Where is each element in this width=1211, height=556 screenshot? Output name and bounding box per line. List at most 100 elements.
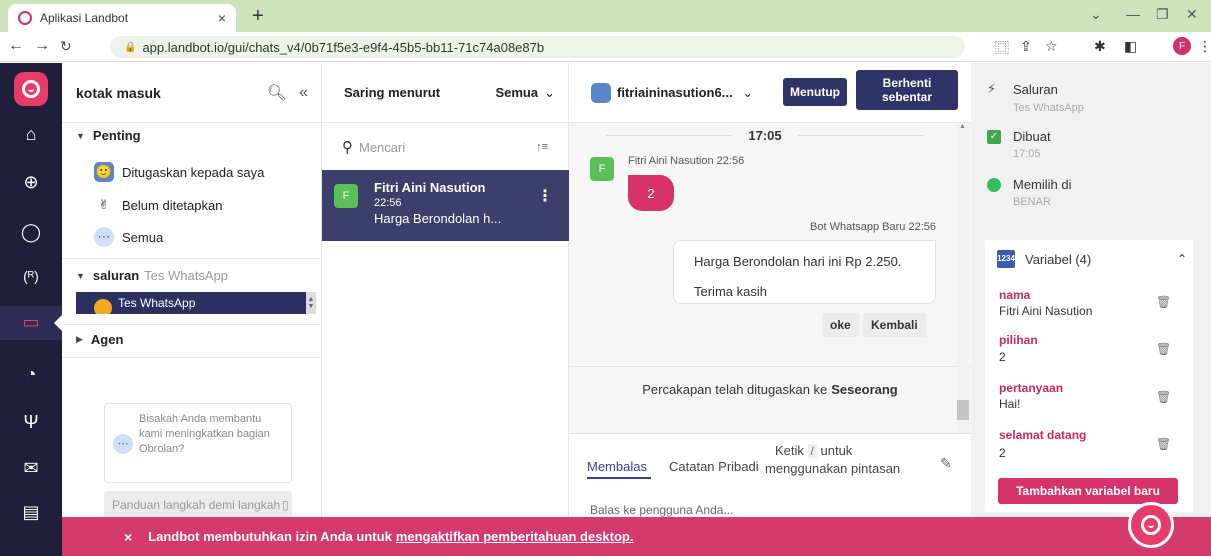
translate-icon[interactable]: ⿴ — [995, 38, 1009, 58]
inbox-item-unassigned[interactable]: ✌ Belum ditetapkan — [94, 195, 223, 215]
conversation-item[interactable]: F Fitri Aini Nasution 22:56 Harga Berond… — [322, 170, 569, 241]
landbot-logo[interactable] — [14, 72, 48, 106]
more-options-icon[interactable]: ⋮ — [537, 186, 553, 206]
inbox-item-all[interactable]: ⋯ Semua — [94, 227, 163, 247]
handshake-icon[interactable]: ✉ — [0, 458, 62, 479]
assigned-avatar-icon: 🙂 — [94, 162, 114, 182]
reply-input[interactable]: Balas ke pengguna Anda... — [590, 503, 733, 517]
channel-icon: ⚡︎ — [987, 81, 997, 96]
inbox-item-assigned[interactable]: 🙂 Ditugaskan kepada saya — [94, 162, 264, 182]
whatsapp-icon[interactable]: ◯ — [0, 222, 62, 243]
channel-item-selected[interactable]: Tes WhatsApp ▲ ▼ — [76, 292, 316, 314]
detail-created-value: 17:05 — [1013, 148, 1041, 160]
tab-close-icon[interactable]: × — [218, 10, 226, 26]
whatsapp-icon — [987, 177, 1001, 192]
forward-icon[interactable]: → — [34, 37, 50, 55]
reload-icon[interactable]: ↻ — [60, 38, 72, 55]
tab-title: Aplikasi Landbot — [40, 11, 129, 25]
profile-avatar[interactable]: F — [1173, 37, 1191, 55]
filter-select[interactable]: Semua — [495, 85, 538, 100]
inbox-title: kotak masuk — [76, 84, 161, 101]
contact-name[interactable]: fitriaininasution6... — [617, 85, 733, 100]
variable-name: nama — [999, 288, 1031, 302]
bot-icon[interactable]: ⊕ — [0, 172, 62, 193]
tab-reply[interactable]: Membalas — [587, 459, 647, 474]
user-message-bubble: 2 — [628, 175, 674, 211]
section-channel[interactable]: ▼ saluran Tes WhatsApp — [76, 268, 228, 283]
filter-label: Saring menurut — [344, 85, 441, 100]
url-text: app.landbot.io/gui/chats_v4/0b71f5e3-e9f… — [142, 39, 545, 55]
analytics-icon[interactable]: ◔ — [0, 364, 62, 385]
address-bar[interactable]: 🔒 app.landbot.io/gui/chats_v4/0b71f5e3-e… — [110, 36, 965, 58]
close-window-icon[interactable]: ✕ — [1186, 6, 1198, 23]
minimize-icon[interactable]: — — [1126, 6, 1140, 22]
chevron-down-icon[interactable]: ⌄ — [743, 86, 753, 100]
search-icon: ⚲ — [342, 139, 353, 156]
tab-private-notes[interactable]: Catatan Pribadi — [669, 459, 759, 474]
variables-card — [985, 240, 1193, 512]
chat-scrollbar[interactable]: ▲ — [957, 123, 969, 433]
scroll-stepper[interactable]: ▲ ▼ — [306, 292, 316, 314]
bot-sender: Bot Whatsapp Baru 22:56 — [810, 221, 936, 233]
divider — [62, 258, 322, 259]
caret-right-icon: ▶ — [76, 334, 83, 344]
share-icon[interactable]: ⇪ — [1020, 38, 1032, 55]
billing-icon[interactable]: ▤ — [0, 502, 62, 523]
section-agents[interactable]: ▶ Agen — [76, 332, 123, 347]
chat-icon[interactable]: ▭ — [0, 312, 62, 333]
bookmark-star-icon[interactable]: ☆ — [1045, 38, 1058, 55]
conversation-search[interactable]: ⚲ Mencari ↑≡ — [342, 136, 548, 158]
detail-channel-value: Tes WhatsApp — [1013, 102, 1084, 114]
variables-icon: 12 34 — [997, 250, 1015, 268]
integrations-plug-icon[interactable]: Ψ — [0, 412, 62, 433]
search-icon[interactable]: 🔍︎ — [267, 83, 287, 103]
variables-header[interactable]: 12 34 Variabel (4) ⌃ — [997, 250, 1187, 268]
enable-notifications-link[interactable]: mengaktifkan pemberitahuan desktop. — [396, 529, 634, 544]
feedback-card[interactable]: ⋯ Bisakah Anda membantu kami meningkatka… — [104, 403, 292, 483]
variable-name: pertanyaan — [999, 381, 1064, 395]
detail-channel: ⚡︎ Saluran — [987, 81, 1058, 97]
section-important[interactable]: ▼ Penting — [76, 128, 141, 143]
chevron-down-icon[interactable]: ⌄ — [544, 85, 555, 101]
guide-button[interactable]: Panduan langkah demi langkah ▯ — [104, 491, 292, 519]
add-variable-button[interactable]: Tambahkan variabel baru — [998, 478, 1178, 504]
hand-icon: ✌ — [98, 197, 110, 212]
trash-icon[interactable]: 🗑︎ — [1156, 437, 1171, 451]
pencil-icon[interactable]: ✎ — [940, 455, 952, 472]
trash-icon[interactable]: 🗑︎ — [1156, 390, 1171, 404]
list-header: Saring menurut Semua ⌄ — [322, 63, 569, 123]
inbox-header: kotak masuk 🔍︎ « — [62, 63, 322, 123]
side-panel-icon[interactable]: ◧ — [1124, 38, 1137, 55]
user-sender: Fitri Aini Nasution 22:56 — [628, 155, 745, 167]
new-tab-button[interactable]: + — [252, 5, 264, 28]
browser-menu-icon[interactable]: ⋮ — [1198, 38, 1211, 55]
checkbox-icon: ✓ — [987, 129, 1001, 144]
trash-icon[interactable]: 🗑︎ — [1156, 295, 1171, 309]
notification-banner: × Landbot membutuhkan izin Anda untuk me… — [62, 517, 1211, 556]
pause-bot-button[interactable]: Berhenti sebentar — [856, 70, 958, 110]
variable-value: Fitri Aini Nasution — [999, 304, 1093, 318]
sort-icon[interactable]: ↑≡ — [536, 141, 548, 153]
extensions-icon[interactable]: ✱ — [1094, 38, 1106, 55]
close-conversation-button[interactable]: Menutup — [783, 78, 847, 106]
quick-reply-back[interactable]: Kembali — [863, 313, 926, 337]
back-icon[interactable]: ← — [8, 37, 24, 55]
document-icon: ▯ — [282, 498, 289, 512]
collapse-icon[interactable]: « — [299, 84, 308, 102]
search-input[interactable]: Mencari — [359, 140, 405, 155]
variable-value: 2 — [999, 446, 1006, 460]
tab-search-icon[interactable]: ⌄ — [1090, 6, 1102, 23]
chevron-up-icon[interactable]: ⌃ — [1177, 252, 1187, 266]
trash-icon[interactable]: 🗑︎ — [1156, 342, 1171, 356]
shortcut-hint: Ketik / untuk menggunakan pintasan — [765, 443, 901, 476]
quick-reply-ok[interactable]: oke — [822, 313, 859, 337]
restore-icon[interactable]: ❐ — [1156, 6, 1169, 23]
close-icon[interactable]: × — [124, 529, 132, 545]
home-icon[interactable]: ⌂ — [0, 124, 62, 145]
detail-created: ✓ Dibuat — [987, 129, 1051, 144]
divider — [62, 357, 322, 358]
browser-tab[interactable]: Aplikasi Landbot × — [8, 4, 236, 32]
help-chat-button[interactable] — [1128, 502, 1174, 548]
audience-icon[interactable]: (ᴿ) — [0, 268, 62, 284]
whatsapp-icon — [94, 299, 112, 314]
